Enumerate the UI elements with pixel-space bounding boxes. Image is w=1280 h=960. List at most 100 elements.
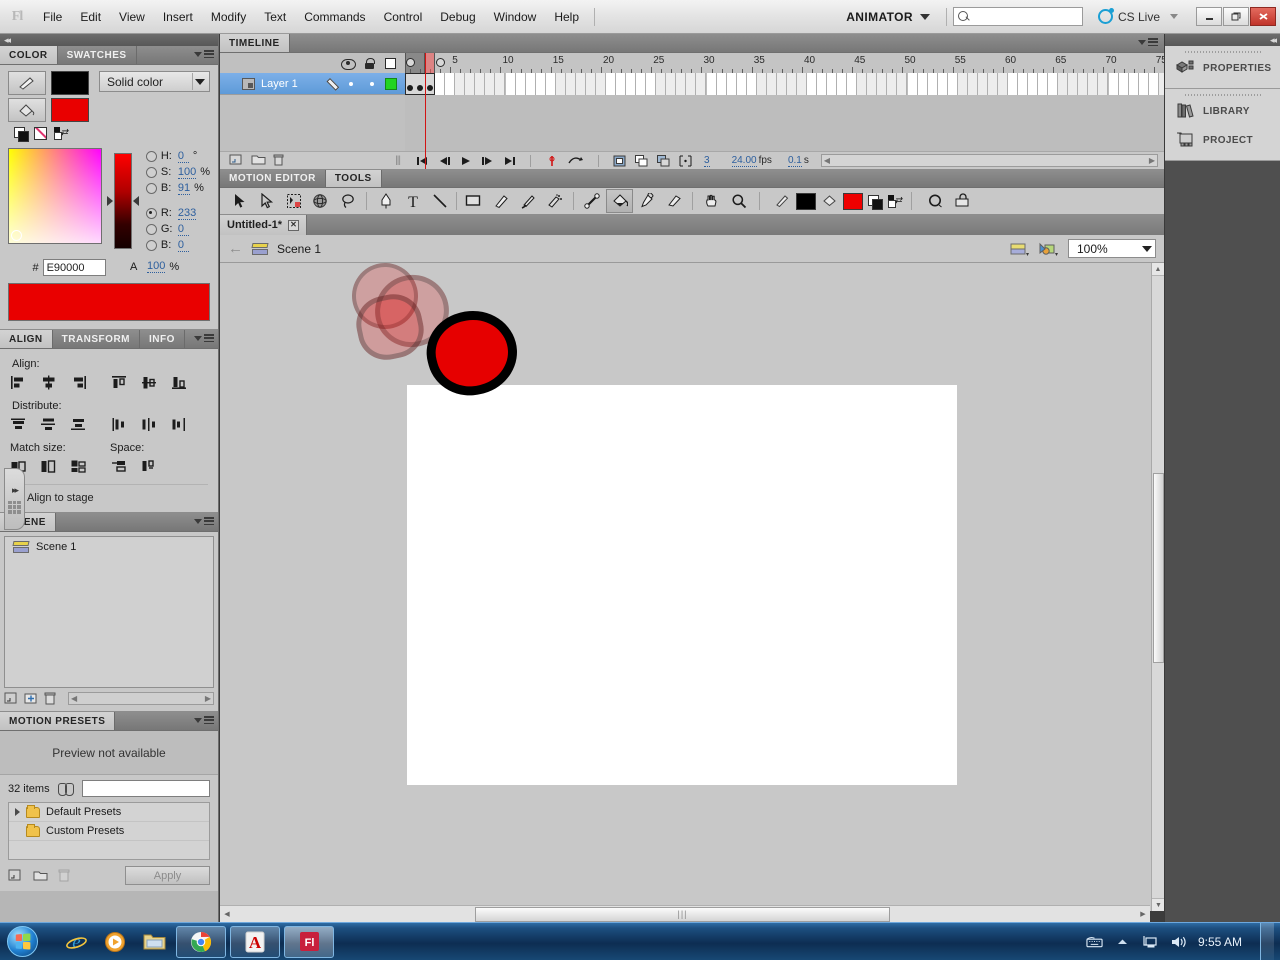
tab-motion-editor[interactable]: MOTION EDITOR <box>220 170 326 187</box>
hand-tool[interactable] <box>698 189 725 213</box>
eye-icon[interactable] <box>341 58 356 70</box>
color-field-blue[interactable]: B: 0 <box>145 237 210 253</box>
delete-scene-icon[interactable] <box>44 692 58 705</box>
find-icon[interactable] <box>57 783 74 796</box>
timeline-frame-cell[interactable] <box>907 73 918 95</box>
scene-panel-menu-button[interactable] <box>194 517 214 525</box>
expand-panels-flyout[interactable]: ▸▸ <box>4 468 25 530</box>
distribute-top-button[interactable] <box>10 416 27 433</box>
color-field-hue[interactable]: H: 0 ° <box>145 148 210 164</box>
tool-stroke-color-swatch[interactable] <box>796 192 816 210</box>
fill-type-select[interactable]: Solid color <box>99 71 210 92</box>
list-item[interactable]: Default Presets <box>9 803 209 822</box>
hex-input[interactable]: E90000 <box>42 259 106 276</box>
scroll-down-icon[interactable]: ▼ <box>1152 898 1164 911</box>
timeline-frame-cell[interactable] <box>987 73 998 95</box>
list-item[interactable]: Custom Presets <box>9 822 209 841</box>
timeline-menu-button[interactable] <box>1138 38 1158 46</box>
left-dock-collapse-button[interactable]: ◂◂ <box>0 34 218 46</box>
layer-outline-color-swatch[interactable] <box>385 77 397 90</box>
fill-color-tool-icon[interactable] <box>816 189 843 213</box>
play-button[interactable] <box>459 155 472 166</box>
timeline-frame-cell[interactable] <box>786 73 797 95</box>
new-folder-icon[interactable] <box>251 154 266 167</box>
new-layer-icon[interactable] <box>229 154 243 167</box>
timeline-frame-cell[interactable] <box>1128 73 1139 95</box>
timeline-frame-cell[interactable] <box>957 73 968 95</box>
scroll-up-icon[interactable]: ▲ <box>1152 263 1164 276</box>
network-icon[interactable] <box>1142 934 1159 949</box>
timeline-frame-cell[interactable] <box>495 73 506 95</box>
duplicate-scene-icon[interactable] <box>4 692 18 705</box>
lock-icon[interactable] <box>365 57 375 69</box>
keyframe-dot[interactable] <box>407 85 414 91</box>
line-tool[interactable] <box>426 189 453 213</box>
timeline-frame-cell[interactable] <box>515 73 526 95</box>
onion-skin-outlines-button[interactable] <box>613 155 626 166</box>
motion-presets-menu-button[interactable] <box>194 716 214 724</box>
save-as-preset-icon[interactable] <box>8 869 22 882</box>
onion-marker-start[interactable] <box>405 58 415 67</box>
add-scene-icon[interactable] <box>24 692 38 705</box>
stage-horizontal-scrollbar[interactable]: ◀ ||| ▶ <box>220 905 1150 922</box>
align-top-button[interactable] <box>111 374 128 391</box>
horizontal-scroll-thumb[interactable]: ||| <box>475 906 890 922</box>
tab-swatches[interactable]: SWATCHES <box>58 46 137 64</box>
outline-icon[interactable] <box>385 57 396 69</box>
space-evenly-horizontally-button[interactable] <box>141 458 158 475</box>
timeline-frame-cell[interactable] <box>927 73 938 95</box>
zoom-tool[interactable] <box>725 189 752 213</box>
timeline-frame-cell[interactable] <box>616 73 627 95</box>
start-button[interactable] <box>0 923 44 960</box>
space-evenly-vertically-button[interactable] <box>111 458 128 475</box>
hue-slider[interactable] <box>113 152 132 249</box>
text-tool[interactable]: T <box>399 189 426 213</box>
menu-item-text[interactable]: Text <box>255 0 295 34</box>
alpha-value[interactable]: 100 <box>147 260 166 273</box>
menu-item-file[interactable]: File <box>34 0 71 34</box>
timeline-frame-cell[interactable] <box>565 73 576 95</box>
timeline-frame-cell[interactable] <box>445 73 456 95</box>
minimize-button[interactable] <box>1196 7 1222 26</box>
timeline-frame-cell[interactable] <box>575 73 586 95</box>
menu-item-window[interactable]: Window <box>485 0 546 34</box>
playhead-ruler-marker[interactable] <box>425 53 427 73</box>
current-frame-indicator[interactable]: 3 <box>704 155 710 167</box>
menu-item-view[interactable]: View <box>110 0 154 34</box>
right-dock-collapse-button[interactable]: ◂◂ <box>1165 34 1280 46</box>
tab-info[interactable]: INFO <box>140 330 185 348</box>
timeline-frame-cell[interactable] <box>1008 73 1019 95</box>
breadcrumb[interactable]: Scene 1 <box>277 242 321 256</box>
timeline-frame-cell[interactable] <box>696 73 707 95</box>
step-back-one-frame-button[interactable] <box>437 155 450 166</box>
panel-button-library[interactable]: LIBRARY <box>1165 97 1280 126</box>
timeline-frame-cell[interactable] <box>465 73 476 95</box>
lock-fill-icon[interactable] <box>949 189 976 213</box>
timeline-frame-cell[interactable] <box>857 73 868 95</box>
timeline-frame-cell[interactable] <box>1118 73 1129 95</box>
timeline-frame-cell[interactable] <box>525 73 536 95</box>
timeline-frame-cell[interactable] <box>817 73 828 95</box>
menu-item-modify[interactable]: Modify <box>202 0 255 34</box>
align-horizontal-center-button[interactable] <box>40 374 57 391</box>
black-white-icon[interactable] <box>14 127 29 142</box>
timeline-frame-cell[interactable] <box>897 73 908 95</box>
timeline-frame-cell[interactable] <box>646 73 657 95</box>
close-icon[interactable]: ✕ <box>288 219 299 231</box>
timeline-frame-cell[interactable] <box>766 73 777 95</box>
timeline-frame-cell[interactable] <box>676 73 687 95</box>
timeline-frame-cell[interactable] <box>636 73 647 95</box>
timeline-frame-cell[interactable] <box>455 73 466 95</box>
radio-brightness[interactable] <box>145 182 157 194</box>
color-field-red[interactable]: R: 233 <box>145 205 210 221</box>
timeline-frame-cell[interactable] <box>626 73 637 95</box>
timeline-frame-cell[interactable] <box>807 73 818 95</box>
menu-item-control[interactable]: Control <box>375 0 432 34</box>
timeline-frame-cell[interactable] <box>1038 73 1049 95</box>
stage-vertical-scrollbar[interactable]: ▲ ▼ <box>1151 263 1164 911</box>
value-green[interactable]: 0 <box>177 223 189 236</box>
panel-button-properties[interactable]: PROPERTIES <box>1165 54 1280 83</box>
value-red[interactable]: 233 <box>177 207 197 220</box>
paint-bucket-tool[interactable] <box>606 189 633 213</box>
timeline-frame-cell[interactable] <box>585 73 596 95</box>
